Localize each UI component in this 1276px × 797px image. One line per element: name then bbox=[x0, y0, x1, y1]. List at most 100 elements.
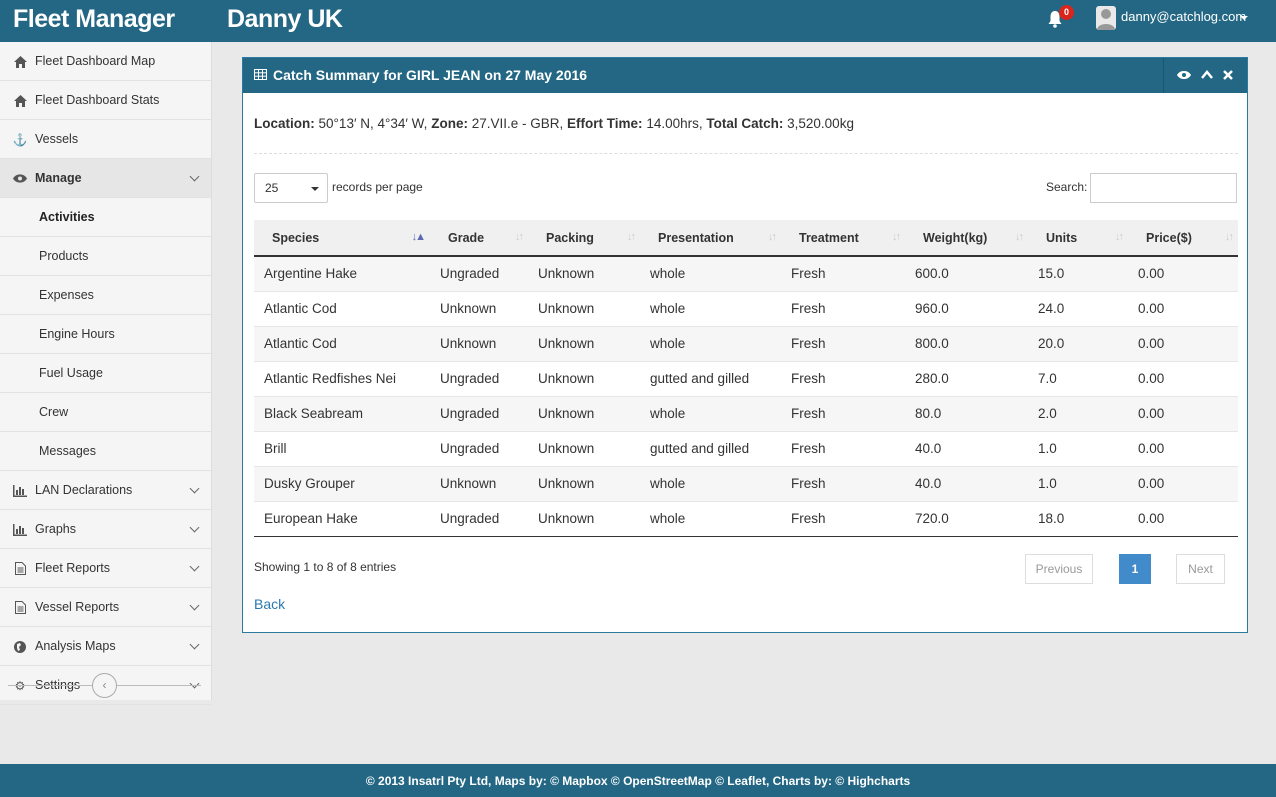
search-label: Search: bbox=[1046, 180, 1088, 194]
sidebar-item-products[interactable]: Products bbox=[0, 237, 211, 276]
zone-value: 27.VII.e - GBR, bbox=[471, 116, 564, 131]
table-cell: Ungraded bbox=[430, 395, 528, 431]
home-icon bbox=[13, 94, 27, 107]
table-cell: Dusky Grouper bbox=[254, 465, 430, 501]
table-cell: whole bbox=[640, 290, 781, 326]
back-link[interactable]: Back bbox=[254, 596, 285, 612]
table-icon bbox=[254, 69, 267, 80]
sidebar-item-manage[interactable]: Manage bbox=[0, 159, 211, 198]
table-cell: 80.0 bbox=[905, 395, 1028, 431]
sidebar-item-lan-declarations[interactable]: LAN Declarations bbox=[0, 471, 211, 510]
sidebar-item-fleet-dashboard-map[interactable]: Fleet Dashboard Map bbox=[0, 42, 211, 81]
table-cell: Fresh bbox=[781, 360, 905, 396]
chevron-down-icon bbox=[189, 522, 200, 533]
user-avatar-icon[interactable] bbox=[1096, 6, 1116, 30]
table-cell: 0.00 bbox=[1128, 395, 1238, 431]
sidebar-item-vessel-reports[interactable]: Vessel Reports bbox=[0, 588, 211, 627]
chevron-up-icon[interactable] bbox=[1201, 70, 1213, 79]
effort-label: Effort Time: bbox=[567, 116, 643, 131]
table-row: Black Seabream Ungraded Unknown whole Fresh 8… bbox=[254, 395, 1238, 431]
sidebar-item-crew[interactable]: Crew bbox=[0, 393, 211, 432]
table-cell: Fresh bbox=[781, 325, 905, 361]
table-cell: Ungraded bbox=[430, 500, 528, 537]
column-header-treatment[interactable]: Treatment ↓↑ bbox=[781, 220, 905, 257]
eye-icon bbox=[13, 172, 27, 185]
user-menu-toggle[interactable]: danny@catchlog.com bbox=[1121, 9, 1246, 24]
panel-header: Catch Summary for GIRL JEAN on 27 May 20… bbox=[243, 58, 1247, 93]
panel-tools bbox=[1163, 58, 1247, 93]
table-cell: gutted and gilled bbox=[640, 430, 781, 466]
table-row: Atlantic Cod Unknown Unknown whole Fresh 960.… bbox=[254, 290, 1238, 326]
catch-summary-panel: Catch Summary for GIRL JEAN on 27 May 20… bbox=[242, 57, 1248, 633]
chevron-down-icon bbox=[189, 561, 200, 572]
table-cell: whole bbox=[640, 325, 781, 361]
table-cell: Fresh bbox=[781, 395, 905, 431]
table-cell: Fresh bbox=[781, 500, 905, 537]
chevron-down-icon bbox=[189, 639, 200, 650]
total-catch-value: 3,520.00kg bbox=[787, 116, 854, 131]
table-cell: whole bbox=[640, 500, 781, 537]
chevron-down-icon bbox=[189, 600, 200, 611]
column-header-units[interactable]: Units ↓↑ bbox=[1028, 220, 1128, 257]
next-page-button[interactable]: Next bbox=[1176, 554, 1225, 584]
sidebar-item-fuel-usage[interactable]: Fuel Usage bbox=[0, 354, 211, 393]
sidebar-item-vessels[interactable]: ⚓ Vessels bbox=[0, 120, 211, 159]
chevron-down-icon bbox=[189, 483, 200, 494]
column-header-species[interactable]: Species ↓▲ bbox=[254, 220, 430, 257]
globe-icon bbox=[13, 640, 27, 653]
total-catch-label: Total Catch: bbox=[706, 116, 784, 131]
file-icon bbox=[13, 562, 27, 575]
panel-title: Catch Summary for GIRL JEAN on 27 May 20… bbox=[273, 67, 588, 83]
table-cell: 18.0 bbox=[1028, 500, 1128, 537]
column-header-presentation[interactable]: Presentation ↓↑ bbox=[640, 220, 781, 257]
table-header-row: Species ↓▲ Grade ↓↑ Packing ↓↑ Presentation… bbox=[254, 220, 1238, 257]
sidebar-item-fleet-dashboard-stats[interactable]: Fleet Dashboard Stats bbox=[0, 81, 211, 120]
column-header-weight[interactable]: Weight(kg) ↓↑ bbox=[905, 220, 1028, 257]
chevron-down-icon bbox=[189, 171, 200, 182]
top-navbar: Fleet Manager Danny UK 0 danny@catchlog.… bbox=[0, 0, 1276, 42]
table-cell: Unknown bbox=[528, 290, 640, 326]
sort-icon: ↓↑ bbox=[1015, 231, 1024, 243]
sidebar-item-expenses[interactable]: Expenses bbox=[0, 276, 211, 315]
table-cell: 40.0 bbox=[905, 465, 1028, 501]
page-1-button[interactable]: 1 bbox=[1119, 554, 1151, 584]
table-cell: Ungraded bbox=[430, 360, 528, 396]
eye-icon[interactable] bbox=[1177, 70, 1191, 80]
sidebar-item-graphs[interactable]: Graphs bbox=[0, 510, 211, 549]
table-cell: European Hake bbox=[254, 500, 430, 537]
table-row: Atlantic Redfishes Nei Ungraded Unknown gut… bbox=[254, 360, 1238, 396]
table-cell: Ungraded bbox=[430, 430, 528, 466]
table-cell: Fresh bbox=[781, 290, 905, 326]
sidebar-item-messages[interactable]: Messages bbox=[0, 432, 211, 471]
sidebar: Fleet Dashboard Map Fleet Dashboard Stat… bbox=[0, 42, 212, 705]
file-icon bbox=[13, 601, 27, 614]
catch-table: Species ↓▲ Grade ↓↑ Packing ↓↑ Presentation… bbox=[254, 220, 1238, 537]
catch-summary-info: Location: 50°13′ N, 4°34′ W, Zone: 27.VI… bbox=[254, 116, 854, 131]
previous-page-button[interactable]: Previous bbox=[1025, 554, 1093, 584]
footer: © 2013 Insatrl Pty Ltd, Maps by: © Mapbo… bbox=[0, 764, 1276, 797]
sort-icon: ↓↑ bbox=[1115, 231, 1124, 243]
column-header-grade[interactable]: Grade ↓↑ bbox=[430, 220, 528, 257]
search-input[interactable] bbox=[1090, 173, 1237, 203]
collapse-sidebar-button[interactable]: ‹ bbox=[92, 673, 117, 698]
sidebar-item-fleet-reports[interactable]: Fleet Reports bbox=[0, 549, 211, 588]
table-cell: gutted and gilled bbox=[640, 360, 781, 396]
table-cell: Unknown bbox=[430, 465, 528, 501]
table-cell: 0.00 bbox=[1128, 430, 1238, 466]
table-row: Dusky Grouper Unknown Unknown whole Fresh 40.… bbox=[254, 465, 1238, 501]
page-length-select[interactable]: 25 bbox=[254, 173, 328, 203]
app-brand[interactable]: Fleet Manager bbox=[13, 5, 175, 34]
sort-asc-icon: ↓▲ bbox=[411, 231, 426, 243]
column-header-price[interactable]: Price($) ↓↑ bbox=[1128, 220, 1238, 257]
table-cell: Atlantic Redfishes Nei bbox=[254, 360, 430, 396]
caret-down-icon[interactable] bbox=[1240, 16, 1248, 20]
sidebar-item-analysis-maps[interactable]: Analysis Maps bbox=[0, 627, 211, 666]
close-icon[interactable] bbox=[1223, 70, 1233, 80]
sidebar-item-activities[interactable]: Activities bbox=[0, 198, 211, 237]
sidebar-item-engine-hours[interactable]: Engine Hours bbox=[0, 315, 211, 354]
notification-badge: 0 bbox=[1059, 5, 1074, 20]
column-header-packing[interactable]: Packing ↓↑ bbox=[528, 220, 640, 257]
table-cell: 2.0 bbox=[1028, 395, 1128, 431]
table-cell: whole bbox=[640, 465, 781, 501]
table-cell: 280.0 bbox=[905, 360, 1028, 396]
